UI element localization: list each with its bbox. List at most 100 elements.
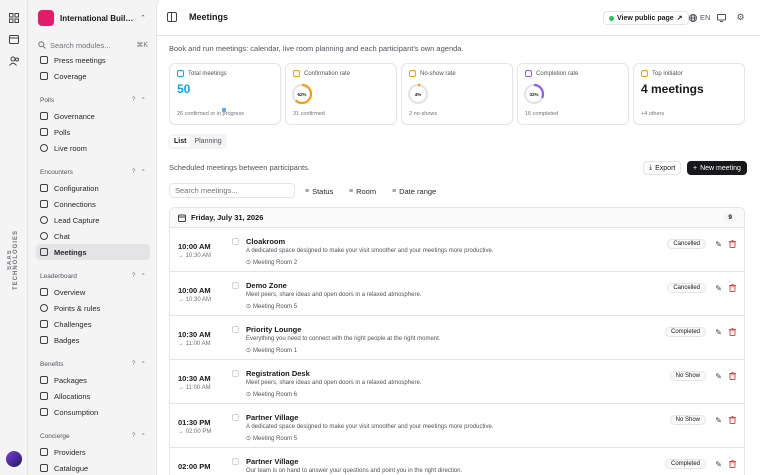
sidebar-item-live-room[interactable]: Live room [36,140,150,156]
delete-trash-icon[interactable] [729,416,736,426]
meeting-room: ⊙ Meeting Room 1 [246,347,297,355]
edit-pencil-icon[interactable]: ✎ [715,372,722,381]
meeting-description: A dedicated space designed to make your … [246,424,494,430]
sidebar-item-badges[interactable]: Badges [36,332,150,348]
stat-label: Completion rate [536,70,579,77]
sidebar-item-label: Governance [54,111,95,121]
meeting-row[interactable]: 10:00 AM → 10:30 AM Cloakroom A dedicated s… [170,228,744,272]
sidebar-item-catalogue[interactable]: Catalogue [36,460,150,475]
meeting-row[interactable]: 02:00 PM Partner Village Our team is on ha… [170,448,744,475]
delete-trash-icon[interactable] [729,372,736,382]
tab-planning[interactable]: Planning [190,136,225,147]
org-name: International Buildi... [60,13,134,23]
sidebar-item-providers[interactable]: Providers [36,444,150,460]
chevron-up-icon[interactable]: ⌃ [141,96,146,104]
edit-pencil-icon[interactable]: ✎ [715,284,722,293]
stat-value: 50 [177,82,191,96]
delete-trash-icon[interactable] [729,460,736,470]
delete-trash-icon[interactable] [729,284,736,294]
sidebar-item-challenges[interactable]: Challenges [36,316,150,332]
chevron-up-icon[interactable]: ⌃ [141,168,146,176]
sidebar-item-allocations[interactable]: Allocations [36,388,150,404]
meeting-search-input[interactable] [169,183,295,198]
help-icon[interactable]: ? [132,168,136,176]
users-icon[interactable] [8,55,20,67]
group-controls: ? ⌃ [132,168,150,176]
sidebar-item-packages[interactable]: Packages [36,372,150,388]
chevron-up-icon[interactable]: ⌃ [141,360,146,368]
page-title: Meetings [189,12,229,22]
sidebar-item-configuration[interactable]: Configuration [36,180,150,196]
sidebar-group-header[interactable]: Benefits? ⌃ [36,356,150,372]
edit-pencil-icon[interactable]: ✎ [715,328,722,337]
sidebar-item-label: Configuration [54,183,99,193]
view-public-page-button[interactable]: View public page ↗ [603,11,689,25]
help-icon[interactable]: ? [132,272,136,280]
sidebar-toggle-icon[interactable] [167,12,177,22]
help-icon[interactable]: ? [132,360,136,368]
meeting-checkbox[interactable] [232,282,239,289]
language-switcher[interactable]: EN [689,13,710,22]
meeting-checkbox[interactable] [232,326,239,333]
sidebar-item-label: Badges [54,335,80,345]
sidebar-item-chat[interactable]: Chat [36,228,150,244]
meeting-row[interactable]: 01:30 PM → 02:00 PM Partner Village A dedic… [170,404,744,448]
grid-icon[interactable] [8,12,20,24]
filter-status[interactable]: ≡ Status [305,185,333,197]
meeting-checkbox[interactable] [232,458,239,465]
delete-trash-icon[interactable] [729,240,736,250]
edit-pencil-icon[interactable]: ✎ [715,460,722,469]
sidebar-item-coverage[interactable]: Coverage [36,68,150,84]
org-switcher[interactable]: International Buildi... ⌃ [38,8,148,28]
meeting-row[interactable]: 10:30 AM → 11:00 AM Registration Desk Meet … [170,360,744,404]
settings-gear-icon[interactable]: ⚙ [736,12,745,22]
topbar: Meetings View public page ↗ EN ⚙ [157,0,760,36]
monitor-icon[interactable] [717,13,726,22]
sidebar-item-meetings[interactable]: Meetings [36,244,150,260]
sidebar-item-label: Chat [54,231,70,241]
sidebar-item-polls[interactable]: Polls [36,124,150,140]
meeting-row[interactable]: 10:30 AM → 11:00 AM Priority Lounge Everyth… [170,316,744,360]
filter-date-range[interactable]: ≡ Date range [392,185,436,197]
sidebar-item-overview[interactable]: Overview [36,284,150,300]
sidebar-item-consumption[interactable]: Consumption [36,404,150,420]
meeting-checkbox[interactable] [232,370,239,377]
sidebar-item-lead-capture[interactable]: Lead Capture [36,212,150,228]
progress-ring: 62% [291,83,313,105]
module-search[interactable]: Search modules... ⌘K [38,38,148,52]
sidebar-group-header[interactable]: Leaderboard? ⌃ [36,268,150,284]
meeting-checkbox[interactable] [232,414,239,421]
edit-pencil-icon[interactable]: ✎ [715,416,722,425]
chevron-up-icon[interactable]: ⌃ [141,272,146,280]
help-icon[interactable]: ? [132,96,136,104]
new-meeting-button[interactable]: + New meeting [687,161,747,175]
sidebar-group-header[interactable]: Concierge? ⌃ [36,428,150,444]
meeting-title: Registration Desk [246,369,310,378]
delete-trash-icon[interactable] [729,328,736,338]
tab-list[interactable]: List [170,136,191,147]
edit-pencil-icon[interactable]: ✎ [715,240,722,249]
meeting-checkbox[interactable] [232,238,239,245]
sidebar-item-connections[interactable]: Connections [36,196,150,212]
help-icon[interactable]: ? [132,432,136,440]
status-badge: Cancelled [667,283,706,293]
filter-room[interactable]: ≡ Room [349,185,376,197]
sidebar-item-points-rules[interactable]: Points & rules [36,300,150,316]
avatar[interactable] [6,451,22,467]
calendar-icon[interactable] [8,33,20,45]
sidebar-item-governance[interactable]: Governance [36,108,150,124]
sidebar-item-press-meetings[interactable]: Press meetings [36,52,150,68]
chevron-up-icon[interactable]: ⌃ [141,432,146,440]
chevron-updown-icon: ⌃ [140,15,146,22]
meeting-row[interactable]: 10:00 AM → 10:30 AM Demo Zone Meet peers, s… [170,272,744,316]
stat-icon [525,70,532,77]
sidebar-group-header[interactable]: Encounters? ⌃ [36,164,150,180]
stat-card: Total meetings 50 26 confirmed or in progr… [169,63,281,125]
meeting-end-time: → 10:30 AM [178,253,212,259]
live-dot-icon [609,15,614,21]
sidebar-group-header[interactable]: Polls? ⌃ [36,92,150,108]
meeting-end-time: → 02:00 PM [178,429,212,435]
group-controls: ? ⌃ [132,432,150,440]
export-button[interactable]: ⤓ Export [643,161,682,175]
stat-header: No-show rate [409,70,505,77]
